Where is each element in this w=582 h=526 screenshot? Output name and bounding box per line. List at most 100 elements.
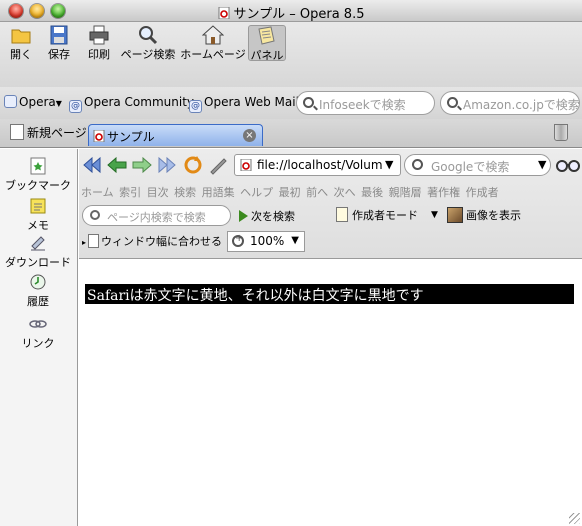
fit-window-label: ウィンドウ幅に合わせる (101, 235, 223, 248)
content-text: Safariは赤文字に黄地、それ以外は白文字に黒地です (85, 284, 574, 304)
search-icon (412, 159, 423, 170)
address-dropdown-icon[interactable]: ▼ (385, 158, 393, 171)
zoom-select[interactable]: 100% ▼ (227, 231, 305, 252)
author-mode-dropdown-icon[interactable]: ▼ (431, 210, 438, 220)
panel-item-history[interactable]: 履歴 (0, 273, 76, 309)
panel-links-label: リンク (21, 337, 55, 350)
bookmark-community[interactable]: @ Opera Community (69, 95, 194, 113)
save-label: 保存 (48, 48, 70, 61)
fast-forward-icon[interactable] (156, 154, 178, 176)
navigation-links: ホーム 索引 目次 検索 用語集 ヘルプ 最初 前へ 次へ 最後 親階層 著作権… (81, 184, 501, 200)
panel-button[interactable]: パネル (248, 25, 286, 62)
open-label: 開く (10, 48, 32, 61)
address-field[interactable]: file://localhost/Volum (234, 154, 401, 176)
google-search-input[interactable]: Googleで検索 (404, 154, 551, 176)
new-page-icon (10, 124, 24, 140)
nav-link-contents[interactable]: 目次 (147, 186, 169, 199)
nav-link-next[interactable]: 次へ (334, 186, 356, 199)
folder-icon (11, 29, 31, 44)
address-value: file://localhost/Volum (257, 158, 383, 172)
image-icon (447, 207, 463, 223)
rewind-icon[interactable] (81, 154, 103, 176)
opera-page-icon (218, 7, 229, 19)
show-images-button[interactable]: 画像を表示 (447, 207, 521, 223)
nav-link-help[interactable]: ヘルプ (240, 186, 273, 199)
panel-item-download[interactable]: ダウンロード (0, 234, 76, 270)
navigation-toolbar: file://localhost/Volum ▼ Googleで検索 ▼ ホーム… (79, 149, 582, 259)
nav-link-parent[interactable]: 親階層 (389, 186, 422, 199)
link-icon: @ (69, 100, 82, 113)
nav-link-copyright[interactable]: 著作権 (427, 186, 460, 199)
page-content: Safariは赤文字に黄地、それ以外は白文字に黒地です (79, 260, 582, 526)
nav-link-author[interactable]: 作成者 (466, 186, 499, 199)
page-search-label: ページ検索 (120, 48, 176, 61)
panel-memo-label: メモ (27, 219, 49, 232)
history-icon (30, 274, 46, 290)
panel-item-links[interactable]: リンク (0, 315, 76, 351)
nav-link-index[interactable]: 索引 (119, 186, 141, 199)
reload-icon[interactable] (182, 154, 204, 176)
tab-bar: 新規ページ サンプル × (0, 119, 582, 148)
search-dropdown-icon[interactable]: ▼ (538, 158, 546, 171)
magnifier-icon (139, 26, 158, 45)
nav-link-home[interactable]: ホーム (81, 186, 114, 199)
amazon-search-placeholder: Amazon.co.jpで検索 (463, 98, 580, 112)
nav-link-prev[interactable]: 前へ (306, 186, 328, 199)
edit-pencil-icon[interactable] (207, 154, 229, 176)
printer-icon (89, 25, 109, 45)
title-bar: サンプル – Opera 8.5 (0, 0, 582, 22)
zoom-value: 100% (250, 234, 285, 248)
forward-arrow-icon[interactable] (131, 154, 153, 176)
resize-grip-icon[interactable] (569, 513, 580, 524)
panel-icon (258, 26, 275, 45)
nav-link-glossary[interactable]: 用語集 (202, 186, 235, 199)
nav-link-last[interactable]: 最後 (361, 186, 383, 199)
amazon-search-input[interactable]: Amazon.co.jpで検索 (440, 91, 580, 115)
save-button[interactable]: 保存 (44, 25, 74, 61)
bookmark-webmail[interactable]: @ Opera Web Mail (189, 95, 299, 113)
side-panel: ブックマーク メモ ダウンロード 履歴 リンク (0, 149, 78, 526)
open-button[interactable]: 開く (6, 25, 36, 61)
new-page-button[interactable]: 新規ページ (10, 124, 87, 141)
bookmark-folder-icon (4, 95, 17, 108)
show-images-label: 画像を表示 (466, 209, 521, 222)
close-tab-icon[interactable]: × (243, 129, 256, 142)
find-next-button[interactable]: 次を検索 (239, 208, 295, 224)
chevron-down-icon: ▼ (55, 99, 62, 108)
window-title: サンプル – Opera 8.5 (233, 7, 365, 22)
find-placeholder: ページ内検索で検索 (107, 211, 206, 224)
panel-item-bookmarks[interactable]: ブックマーク (0, 157, 76, 193)
infoseek-search-input[interactable]: Infoseekで検索 (296, 91, 435, 115)
panel-item-memo[interactable]: メモ (0, 197, 76, 233)
home-button[interactable]: ホームページ (180, 25, 246, 61)
tab-sample[interactable]: サンプル × (88, 124, 263, 146)
nav-link-search[interactable]: 検索 (174, 186, 196, 199)
author-mode-button[interactable]: 作成者モード (336, 207, 418, 223)
glasses-icon[interactable] (556, 155, 580, 175)
google-search-placeholder: Googleで検索 (431, 160, 510, 174)
search-icon (447, 97, 458, 108)
opera-page-icon (240, 159, 252, 171)
opera-page-icon (93, 130, 105, 142)
tab-sample-label: サンプル (107, 130, 155, 144)
trash-icon[interactable] (554, 124, 568, 141)
bookmark-opera[interactable]: Opera▼ (4, 95, 62, 109)
panel-download-label: ダウンロード (5, 256, 71, 269)
zoom-in-icon (232, 233, 244, 247)
nav-link-first[interactable]: 最初 (279, 186, 301, 199)
back-arrow-icon[interactable] (106, 154, 128, 176)
small-arrow-icon: ▸ (82, 238, 87, 247)
house-icon (202, 25, 224, 45)
page-search-button[interactable]: ページ検索 (118, 25, 178, 61)
play-arrow-icon (239, 210, 248, 222)
author-mode-label: 作成者モード (352, 209, 418, 222)
fit-window-button[interactable]: ▸ ウィンドウ幅に合わせる (82, 233, 222, 249)
print-button[interactable]: 印刷 (84, 25, 114, 61)
bookmark-opera-label: Opera (19, 95, 56, 109)
find-in-page-input[interactable]: ページ内検索で検索 (82, 205, 231, 226)
main-toolbar: 開く 保存 印刷 ページ検索 ホームページ パネル (0, 22, 582, 87)
notes-icon (30, 198, 46, 214)
link-icon: @ (189, 100, 202, 113)
author-page-icon (336, 207, 348, 222)
chevron-down-icon: ▼ (291, 235, 299, 246)
